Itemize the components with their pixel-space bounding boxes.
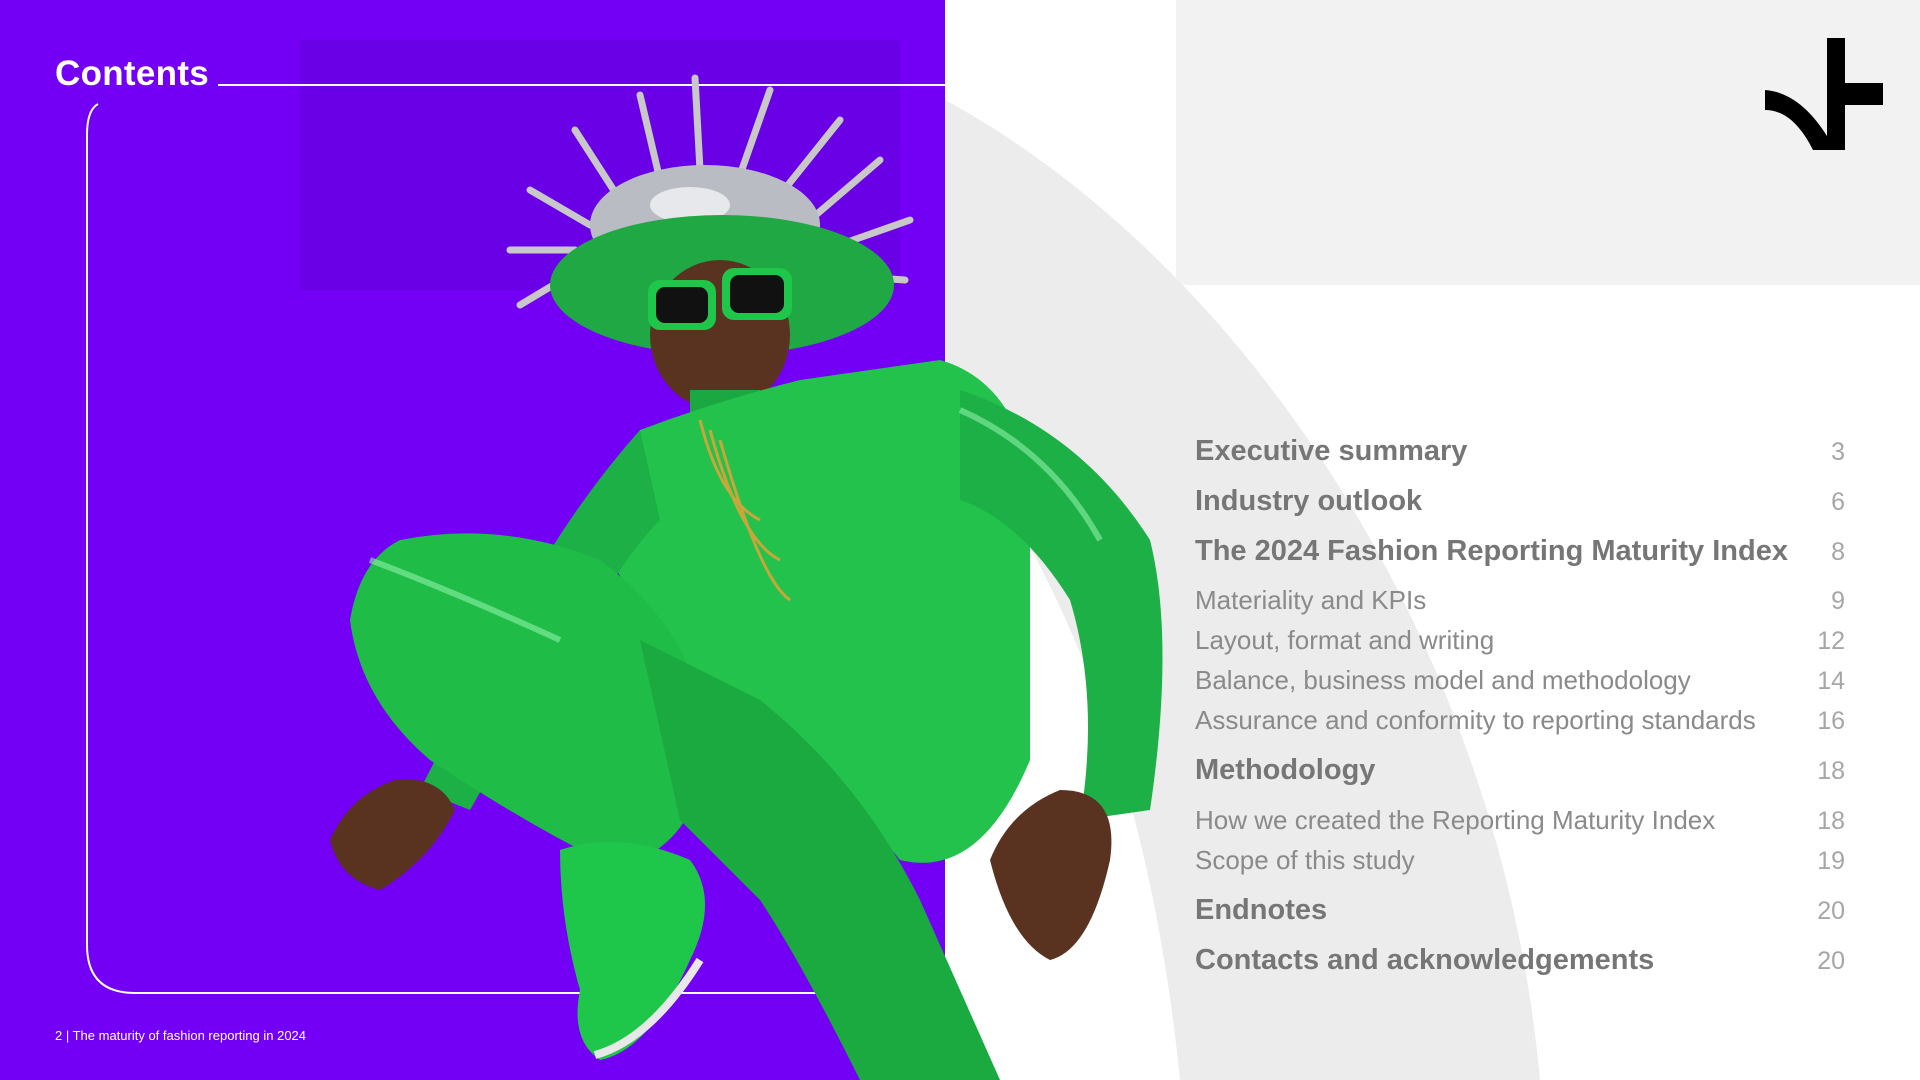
toc-entry-label: Industry outlook (1195, 485, 1423, 517)
toc-entry-label: Endnotes (1195, 894, 1328, 926)
page-footer: 2 | The maturity of fashion reporting in… (55, 1028, 307, 1043)
toc-entry-label: Scope of this study (1195, 845, 1415, 875)
toc-heading-entry[interactable]: Endnotes 20 (1195, 894, 1845, 927)
toc-subentry[interactable]: Balance, business model and methodology 1… (1195, 665, 1845, 696)
toc-entry-label: Methodology (1195, 754, 1376, 786)
toc-page-number: 18 (1817, 807, 1845, 835)
toc-heading-entry[interactable]: The 2024 Fashion Reporting Maturity Inde… (1195, 535, 1845, 568)
hand (990, 790, 1112, 960)
toc-subentry[interactable]: Assurance and conformity to reporting st… (1195, 705, 1845, 736)
brand-mark-icon (1765, 38, 1883, 150)
toc-page-number: 14 (1817, 667, 1845, 695)
toc-entry-label: The 2024 Fashion Reporting Maturity Inde… (1195, 535, 1788, 567)
toc-page-number: 18 (1817, 757, 1845, 785)
toc-heading-entry[interactable]: Industry outlook 6 (1195, 485, 1845, 518)
toc-page-number: 20 (1817, 947, 1845, 975)
toc-page-number: 19 (1817, 847, 1845, 875)
toc-entry-label: How we created the Reporting Maturity In… (1195, 805, 1716, 835)
toc-page-number: 6 (1831, 488, 1845, 516)
toc-entry-label: Assurance and conformity to reporting st… (1195, 705, 1756, 735)
toc-subentry[interactable]: Layout, format and writing 12 (1195, 625, 1845, 656)
toc-heading-entry[interactable]: Contacts and acknowledgements 20 (1195, 944, 1845, 977)
toc-entry-label: Executive summary (1195, 435, 1468, 467)
toc-entry-label: Layout, format and writing (1195, 625, 1495, 655)
toc-subentry[interactable]: Scope of this study 19 (1195, 845, 1845, 876)
toc-heading-entry[interactable]: Methodology 18 (1195, 754, 1845, 787)
shoe (560, 842, 705, 1060)
toc-page-number: 8 (1831, 538, 1845, 566)
toc-entry-label: Contacts and acknowledgements (1195, 944, 1655, 976)
toc-page-number: 3 (1831, 438, 1845, 466)
toc-page-number: 16 (1817, 707, 1845, 735)
toc-entry-label: Balance, business model and methodology (1195, 665, 1691, 695)
toc-heading-entry[interactable]: Executive summary 3 (1195, 435, 1845, 468)
toc-entry-label: Materiality and KPIs (1195, 585, 1427, 615)
toc-subentry[interactable]: Materiality and KPIs 9 (1195, 585, 1845, 616)
toc-page-number: 9 (1831, 587, 1845, 615)
toc-page-number: 20 (1817, 897, 1845, 925)
toc-page-number: 12 (1817, 627, 1845, 655)
toc-subentry[interactable]: How we created the Reporting Maturity In… (1195, 805, 1845, 836)
